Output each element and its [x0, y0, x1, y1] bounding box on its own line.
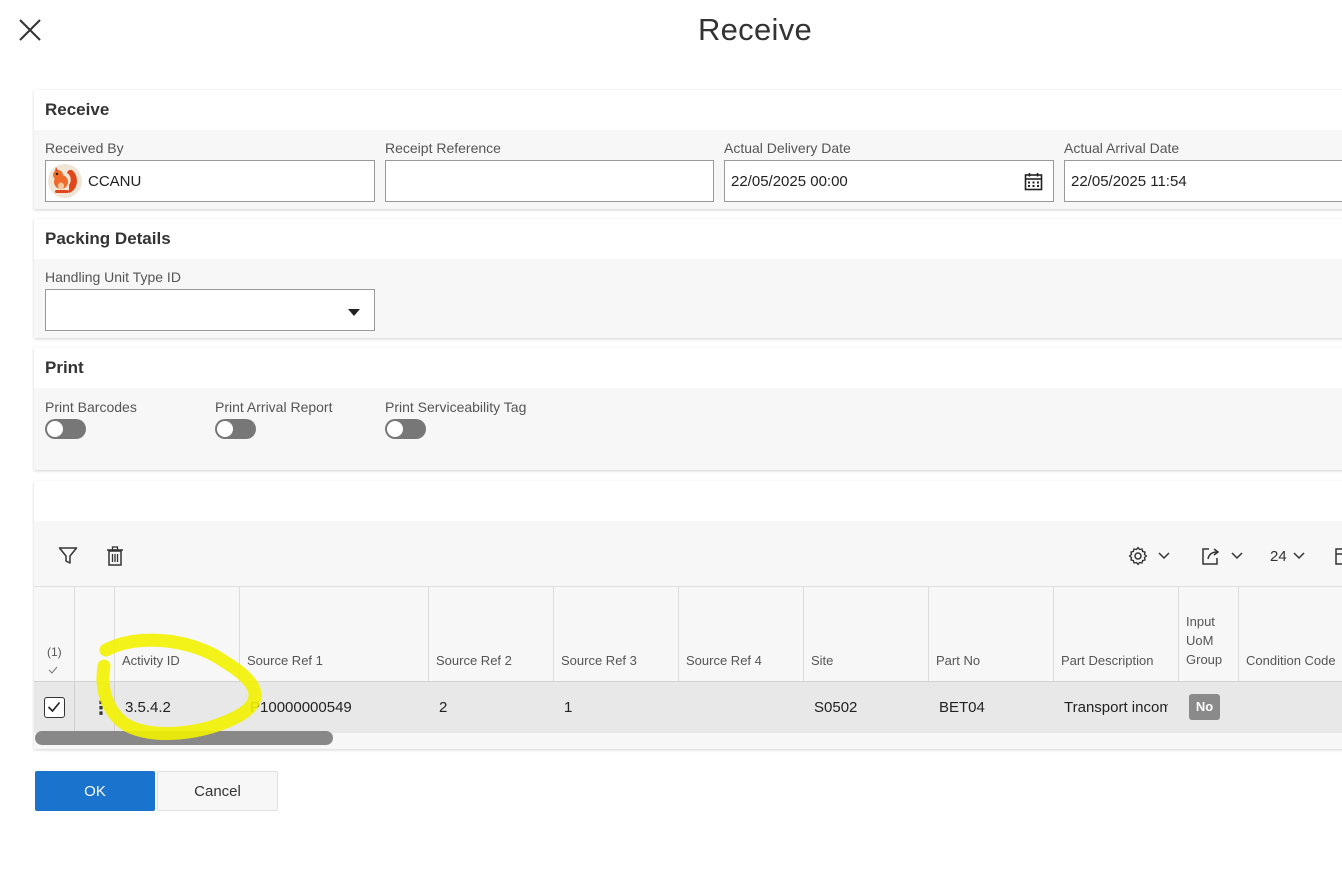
- trash-icon[interactable]: [106, 546, 124, 566]
- print-panel: Print Print Barcodes Print Arrival Repor…: [34, 348, 1342, 470]
- received-by-label: Received By: [45, 140, 124, 156]
- chevron-down-icon[interactable]: [1293, 551, 1305, 560]
- actual-arrival-date-field[interactable]: 22/05/2025 11:54: [1064, 160, 1342, 202]
- ok-button[interactable]: OK: [35, 771, 155, 811]
- actual-delivery-date-value: 22/05/2025 00:00: [731, 173, 848, 190]
- actual-delivery-date-field[interactable]: 22/05/2025 00:00: [724, 160, 1054, 202]
- col-source-ref-2[interactable]: Source Ref 2: [436, 651, 512, 670]
- squirrel-avatar-icon: [48, 164, 82, 198]
- cell-source-ref-3: 1: [564, 699, 573, 716]
- col-input-uom-group[interactable]: Input UoM Group: [1186, 612, 1222, 669]
- col-activity-id[interactable]: Activity ID: [122, 651, 180, 670]
- filter-icon[interactable]: [58, 546, 78, 566]
- cell-part-no: BET04: [939, 699, 985, 716]
- receipt-reference-label: Receipt Reference: [385, 140, 501, 156]
- check-icon: [47, 701, 61, 713]
- packing-details-panel: Packing Details Handling Unit Type ID: [34, 219, 1342, 338]
- actual-arrival-date-value: 22/05/2025 11:54: [1071, 173, 1187, 190]
- page-size-value[interactable]: 24: [1270, 548, 1287, 565]
- actual-delivery-date-label: Actual Delivery Date: [724, 140, 851, 156]
- received-by-value: CCANU: [88, 173, 142, 190]
- row-checkbox[interactable]: [44, 697, 65, 718]
- col-part-description[interactable]: Part Description: [1061, 651, 1153, 670]
- chevron-down-icon[interactable]: [1158, 551, 1170, 560]
- chevron-down-icon[interactable]: [1231, 551, 1243, 560]
- col-part-no[interactable]: Part No: [936, 651, 980, 670]
- cancel-button[interactable]: Cancel: [157, 771, 278, 811]
- print-arrival-report-toggle[interactable]: [215, 419, 256, 439]
- cell-activity-id: 3.5.4.2: [125, 699, 171, 716]
- columns-icon[interactable]: [1335, 548, 1342, 565]
- col-site[interactable]: Site: [811, 651, 833, 670]
- print-serviceability-tag-label: Print Serviceability Tag: [385, 399, 527, 415]
- status-badge: No: [1189, 694, 1220, 720]
- print-panel-title: Print: [34, 348, 1342, 388]
- chevron-down-icon: [348, 309, 360, 316]
- col-source-ref-3[interactable]: Source Ref 3: [561, 651, 637, 670]
- lines-grid: 24 (1) Activity ID Source Ref 1 Source R…: [34, 481, 1342, 749]
- dialog-title: Receive: [697, 12, 813, 47]
- print-serviceability-tag-toggle[interactable]: [385, 419, 426, 439]
- actual-arrival-date-label: Actual Arrival Date: [1064, 140, 1180, 156]
- cell-source-ref-1: P10000000549: [250, 699, 352, 716]
- row-menu-icon[interactable]: ⋮: [92, 699, 110, 717]
- col-condition-code[interactable]: Condition Code: [1246, 651, 1336, 670]
- cell-site: S0502: [814, 699, 858, 716]
- selected-count: (1): [47, 645, 62, 659]
- cell-source-ref-2: 2: [439, 699, 448, 716]
- horizontal-scrollbar[interactable]: [35, 731, 333, 745]
- cell-part-description: Transport incoming: [1064, 699, 1168, 716]
- print-barcodes-label: Print Barcodes: [45, 399, 137, 415]
- receive-panel: Receive Received By CCANU Receipt Refere…: [34, 90, 1342, 209]
- col-source-ref-4[interactable]: Source Ref 4: [686, 651, 762, 670]
- receipt-reference-field[interactable]: [385, 160, 714, 202]
- export-icon[interactable]: [1201, 546, 1221, 566]
- print-arrival-report-label: Print Arrival Report: [215, 399, 333, 415]
- checkmark-icon[interactable]: [48, 666, 58, 674]
- gear-icon[interactable]: [1128, 546, 1148, 566]
- table-row[interactable]: ⋮ 3.5.4.2 P10000000549 2 1 S0502 BET04 T…: [34, 681, 1342, 733]
- grid-header: (1) Activity ID Source Ref 1 Source Ref …: [34, 586, 1342, 681]
- col-source-ref-1[interactable]: Source Ref 1: [247, 651, 323, 670]
- print-barcodes-toggle[interactable]: [45, 419, 86, 439]
- received-by-field[interactable]: CCANU: [45, 160, 375, 202]
- calendar-icon[interactable]: [1024, 172, 1043, 191]
- packing-details-title: Packing Details: [34, 219, 1342, 259]
- receive-panel-title: Receive: [34, 90, 1342, 130]
- receive-dialog: Receive Receive Received By CCANU Receip…: [0, 0, 1342, 879]
- handling-unit-type-label: Handling Unit Type ID: [45, 269, 181, 285]
- handling-unit-type-select[interactable]: [45, 289, 375, 331]
